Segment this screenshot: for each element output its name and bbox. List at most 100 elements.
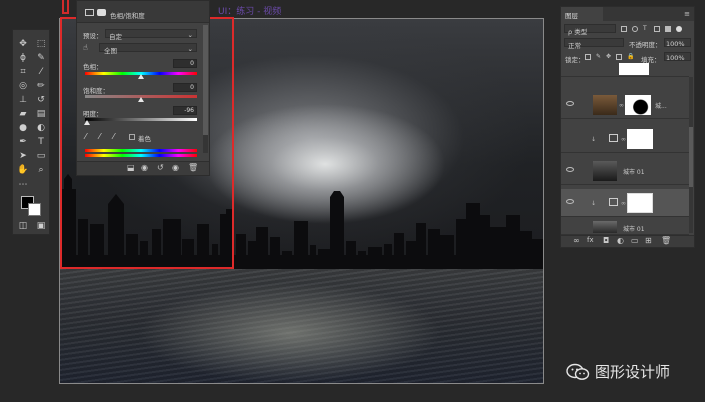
dodge-tool-icon[interactable]: ◐ [35,122,47,134]
new-layer-icon[interactable]: ⊞ [645,237,652,245]
filter-toggle-icon[interactable] [676,26,682,32]
lightness-slider-track[interactable] [85,118,197,121]
lock-transparent-icon[interactable] [585,54,591,60]
screen-mode-icon[interactable]: ▣ [35,220,47,232]
layer-style-icon[interactable]: fx [587,237,594,244]
eyedropper-tool-icon[interactable]: ⁄ [35,66,47,78]
adjustment-layer-icon [609,134,618,142]
eyedropper-add-icon[interactable]: ⁄ [99,132,100,141]
view-previous-icon[interactable]: ◉ [141,164,148,172]
lock-position-icon[interactable]: ✥ [606,54,611,60]
chevron-down-icon: ⌄ [187,45,193,53]
opacity-label: 不透明度： [629,41,662,49]
layers-panel: 图层 ≡ ρ 类型 T 正常 不透明度： 100% 锁定： ✎ ✥ 🔒 填充： … [560,6,695,248]
lock-artboard-icon[interactable] [616,54,623,60]
colorize-checkbox[interactable] [129,134,135,140]
quick-select-tool-icon[interactable]: ✎ [35,52,47,64]
pen-tool-icon[interactable]: ✒ [17,136,29,148]
rectangle-tool-icon[interactable]: ▭ [35,150,47,162]
hue-value-field[interactable]: 0 [173,59,197,68]
link-icon: ∞ [619,102,624,109]
smart-object-filter-icon[interactable] [665,26,671,32]
gradient-tool-icon[interactable]: ▤ [35,108,47,120]
eyedropper-icon[interactable]: ⁄ [85,132,86,141]
link-layers-icon[interactable]: ∞ [573,237,580,245]
layer-filter-dropdown[interactable]: ρ 类型 [564,24,616,36]
video-credit-text: UI：练习 - 视频 [218,7,282,17]
quick-mask-icon[interactable]: ◫ [17,220,29,232]
background-color-swatch[interactable] [28,203,41,216]
eyedropper-subtract-icon[interactable]: ⁄ [113,132,114,141]
preset-dropdown[interactable]: 自定 ⌄ [105,29,197,41]
watermark-text: 图形设计师 [595,363,671,381]
visibility-eye-icon[interactable] [566,167,574,172]
new-group-icon[interactable]: ▭ [631,237,639,245]
visibility-eye-icon[interactable] [566,199,574,204]
watermark: 图形设计师 [566,361,670,382]
layer-row[interactable]: ∞ 城... [561,91,689,119]
channel-dropdown[interactable]: 全图 ⌄ [99,43,197,55]
move-tool-icon[interactable]: ✥ [17,38,29,50]
type-tool-icon[interactable]: T [35,136,47,148]
lightness-slider-handle[interactable] [84,120,91,125]
properties-header: 色相/饱和度 [77,1,209,23]
fill-field[interactable]: 100% [664,52,691,62]
panel-menu-icon[interactable]: ≡ [684,10,690,18]
layer-row[interactable]: 城市 01 [561,157,689,185]
properties-scroll-thumb[interactable] [203,25,208,135]
delete-icon[interactable]: 🗑 [188,164,198,172]
layer-mask-thumb [625,95,651,115]
hue-slider-handle[interactable] [138,74,144,79]
crop-tool-icon[interactable]: ⌗ [17,66,29,78]
properties-footer: ⬓ ◉ ↺ ◉ 🗑 [77,161,209,175]
lock-image-icon[interactable]: ✎ [596,54,601,60]
opacity-value: 100% [666,40,685,48]
path-select-tool-icon[interactable]: ➤ [17,150,29,162]
adjustment-filter-icon[interactable] [632,26,638,32]
layers-scroll-thumb[interactable] [689,127,693,187]
reset-icon[interactable]: ↺ [157,164,164,172]
pixel-filter-icon[interactable] [621,26,627,32]
marquee-tool-icon[interactable]: ⬚ [35,38,47,50]
delete-layer-icon[interactable]: 🗑 [661,237,671,245]
layer-name: 城市 01 [623,169,645,176]
chevron-down-icon: ⌄ [187,31,193,39]
mask-icon[interactable] [97,9,106,16]
blend-mode-dropdown[interactable]: 正常 [564,38,624,50]
blur-tool-icon[interactable]: ● [17,122,29,134]
type-filter-icon[interactable]: T [643,26,649,32]
layer-row[interactable] [561,63,689,77]
hand-adjust-icon[interactable]: ☝ [83,43,88,52]
clip-to-layer-icon[interactable]: ⬓ [127,164,135,172]
layer-row[interactable]: ↓ ∞ [561,125,689,153]
layer-name: 城... [655,103,667,110]
saturation-slider-handle[interactable] [138,97,144,102]
lasso-tool-icon[interactable]: ϕ [17,52,29,64]
water-image [60,263,543,383]
hand-tool-icon[interactable]: ✋ [17,164,29,176]
shape-filter-icon[interactable] [654,26,660,32]
lightness-value-field[interactable]: -96 [173,106,197,115]
saturation-value-field[interactable]: 0 [173,83,197,92]
zoom-tool-icon[interactable]: ⌕ [35,164,47,176]
brush-tool-icon[interactable]: ✏ [35,80,47,92]
layer-row[interactable]: 城市 01 [561,221,689,235]
add-mask-icon[interactable]: ◘ [603,237,609,245]
layer-mask-thumb [619,63,649,75]
visibility-eye-icon[interactable]: ◉ [172,164,179,172]
lock-all-icon[interactable]: 🔒 [627,54,634,60]
healing-brush-tool-icon[interactable]: ◎ [17,80,29,92]
layer-row-selected[interactable]: ↓ ∞ [561,189,689,217]
new-adjustment-icon[interactable]: ◐ [617,237,624,245]
layers-footer: ∞ fx ◘ ◐ ▭ ⊞ 🗑 [561,235,694,247]
adjustment-layer-icon [609,198,618,206]
more-tools-icon[interactable]: ⋯ [17,179,29,191]
color-range-bar-top [85,149,197,152]
clone-stamp-tool-icon[interactable]: ⊥ [17,94,29,106]
opacity-field[interactable]: 100% [664,38,691,48]
visibility-eye-icon[interactable] [566,101,574,106]
preset-value: 自定 [109,33,122,41]
history-brush-tool-icon[interactable]: ↺ [35,94,47,106]
eraser-tool-icon[interactable]: ▰ [17,108,29,120]
tab-layers[interactable]: 图层 [561,7,603,21]
